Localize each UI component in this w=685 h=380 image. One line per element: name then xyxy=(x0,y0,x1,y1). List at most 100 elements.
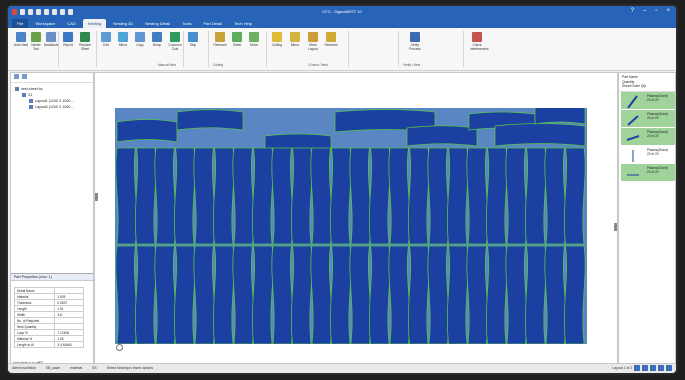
nested-part-vertical[interactable] xyxy=(349,245,372,345)
nested-part-vertical[interactable] xyxy=(212,147,235,245)
nested-part-vertical[interactable] xyxy=(446,245,469,345)
nested-part-horizontal[interactable] xyxy=(494,123,586,147)
nested-part-vertical[interactable] xyxy=(134,245,157,345)
nested-part-vertical[interactable] xyxy=(563,245,586,345)
nested-part-vertical[interactable] xyxy=(427,147,450,245)
nested-part-vertical[interactable] xyxy=(193,245,216,345)
part-list-item[interactable]: Plasma(Grant) 20 of 20 xyxy=(621,163,675,182)
ribbon-button-bump[interactable]: Bump xyxy=(150,32,164,47)
ribbon-button-replace-sheet[interactable]: Replace Sheet xyxy=(78,32,92,51)
nested-part-vertical[interactable] xyxy=(310,147,333,245)
nested-part-vertical[interactable] xyxy=(485,147,508,245)
tab-tech-help[interactable]: Tech Help xyxy=(229,19,257,28)
nested-part-vertical[interactable] xyxy=(407,245,430,345)
next-layout-button[interactable] xyxy=(650,365,656,371)
property-row[interactable]: Length to Al 3.4 A/5/60 xyxy=(13,341,84,348)
nested-part-vertical[interactable] xyxy=(505,245,528,345)
tab-nesting-detail[interactable]: Nesting Detail xyxy=(140,19,175,28)
part-list-item[interactable]: Plasma(Grant) 20 of 20 xyxy=(621,145,675,164)
nested-part-vertical[interactable] xyxy=(290,147,313,245)
nested-part-vertical[interactable] xyxy=(544,245,567,345)
nested-part-vertical[interactable] xyxy=(271,245,294,345)
nested-part-vertical[interactable] xyxy=(563,147,586,245)
ribbon-button-check-interferences[interactable]: Check Interferences xyxy=(470,32,489,51)
nested-part-vertical[interactable] xyxy=(407,147,430,245)
nested-part-vertical[interactable] xyxy=(329,245,352,345)
ribbon-button-mirror[interactable]: Mirror xyxy=(116,32,130,47)
nested-part-vertical[interactable] xyxy=(427,245,450,345)
nested-part-vertical[interactable] xyxy=(329,147,352,245)
nested-part-vertical[interactable] xyxy=(368,245,391,345)
last-layout-button[interactable] xyxy=(658,365,664,371)
ribbon-button-remnant[interactable]: Remnant xyxy=(213,32,227,47)
ribbon-button-cutting[interactable]: Cutting xyxy=(270,32,284,47)
ribbon-button-report[interactable]: Report xyxy=(61,32,75,47)
nested-part-vertical[interactable] xyxy=(154,245,177,345)
nest-layout[interactable] xyxy=(115,105,587,345)
expand-icon[interactable] xyxy=(14,74,19,79)
ribbon-button-edit[interactable]: Edit xyxy=(99,32,113,47)
nested-part-vertical[interactable] xyxy=(251,147,274,245)
ribbon-button-skip[interactable]: Skip xyxy=(186,32,200,47)
nested-part-vertical[interactable] xyxy=(446,147,469,245)
nested-part-vertical[interactable] xyxy=(524,245,547,345)
tab-nesting[interactable]: Nesting xyxy=(82,19,107,28)
ribbon-button-verify-process[interactable]: Verify Process xyxy=(408,32,422,51)
nested-part-vertical[interactable] xyxy=(544,147,567,245)
nested-part-vertical[interactable] xyxy=(290,245,313,345)
ribbon-button-move-layout[interactable]: Move Layout xyxy=(306,32,320,51)
tab-tools[interactable]: Tools xyxy=(177,19,196,28)
nested-part-vertical[interactable] xyxy=(466,245,489,345)
prev-layout-button[interactable] xyxy=(642,365,648,371)
ribbon-button-copy[interactable]: Copy xyxy=(133,32,147,47)
nested-part-vertical[interactable] xyxy=(173,245,196,345)
ribbon-button-common-cuts[interactable]: Common Cuts xyxy=(168,32,182,51)
nested-part-vertical[interactable] xyxy=(212,245,235,345)
zoom-fit-button[interactable] xyxy=(666,365,672,371)
nested-part-vertical[interactable] xyxy=(173,147,196,245)
nested-part-vertical[interactable] xyxy=(524,147,547,245)
tab-nesting-3d[interactable]: Nesting 3D xyxy=(108,19,138,28)
part-list-item[interactable]: Plasma(Grant) 20 of 20 xyxy=(621,127,675,146)
nested-part-vertical[interactable] xyxy=(485,245,508,345)
nested-part-vertical[interactable] xyxy=(232,245,255,345)
minimize-button[interactable]: – xyxy=(643,8,646,14)
splitter-handle-left[interactable] xyxy=(95,193,98,201)
nested-part-vertical[interactable] xyxy=(271,147,294,245)
nested-part-vertical[interactable] xyxy=(193,147,216,245)
nested-part-vertical[interactable] xyxy=(154,147,177,245)
nest-sheet[interactable] xyxy=(115,105,587,345)
nested-part-horizontal[interactable] xyxy=(534,105,586,125)
ribbon-button-mirror[interactable]: Mirror xyxy=(288,32,302,47)
ribbon-button-nester-tool[interactable]: Nester Tool xyxy=(29,32,43,51)
nested-part-vertical[interactable] xyxy=(466,147,489,245)
nested-part-horizontal[interactable] xyxy=(176,109,244,131)
nested-part-vertical[interactable] xyxy=(310,245,333,345)
nested-part-vertical[interactable] xyxy=(368,147,391,245)
help-icon[interactable]: ? xyxy=(631,8,634,14)
nested-part-vertical[interactable] xyxy=(134,147,157,245)
nested-part-horizontal[interactable] xyxy=(406,125,478,147)
part-list-item[interactable]: Plasma(Grant) 20 of 20 xyxy=(621,109,675,128)
nested-part-vertical[interactable] xyxy=(232,147,255,245)
tree-item-layout2[interactable]: Layout2 (1200 X 1000 ... xyxy=(15,104,89,110)
ribbon-button-auto-nest[interactable]: Auto Nest xyxy=(14,32,28,47)
nested-part-vertical[interactable] xyxy=(115,147,138,245)
nested-part-vertical[interactable] xyxy=(349,147,372,245)
tab-file[interactable]: File xyxy=(12,19,29,28)
nested-part-vertical[interactable] xyxy=(251,245,274,345)
ribbon-button-move[interactable]: Move xyxy=(247,32,261,47)
part-list-item[interactable]: Plasma(Grant) 20 of 20 xyxy=(621,91,675,110)
nested-part-vertical[interactable] xyxy=(388,245,411,345)
nested-part-horizontal[interactable] xyxy=(116,119,178,143)
splitter-handle-right[interactable] xyxy=(614,223,617,231)
filter-icon[interactable] xyxy=(22,74,27,79)
tab-cad[interactable]: CAD xyxy=(62,19,80,28)
nest-canvas[interactable] xyxy=(94,72,618,365)
ribbon-button-nestassist[interactable]: NestAssist xyxy=(44,32,59,47)
tab-workspace[interactable]: Workspace xyxy=(30,19,60,28)
ribbon-button-sheet[interactable]: Sheet xyxy=(230,32,244,47)
maximize-button[interactable]: ▫ xyxy=(655,8,657,14)
ribbon-button-remnant[interactable]: Remnant xyxy=(324,32,338,47)
first-layout-button[interactable] xyxy=(634,365,640,371)
